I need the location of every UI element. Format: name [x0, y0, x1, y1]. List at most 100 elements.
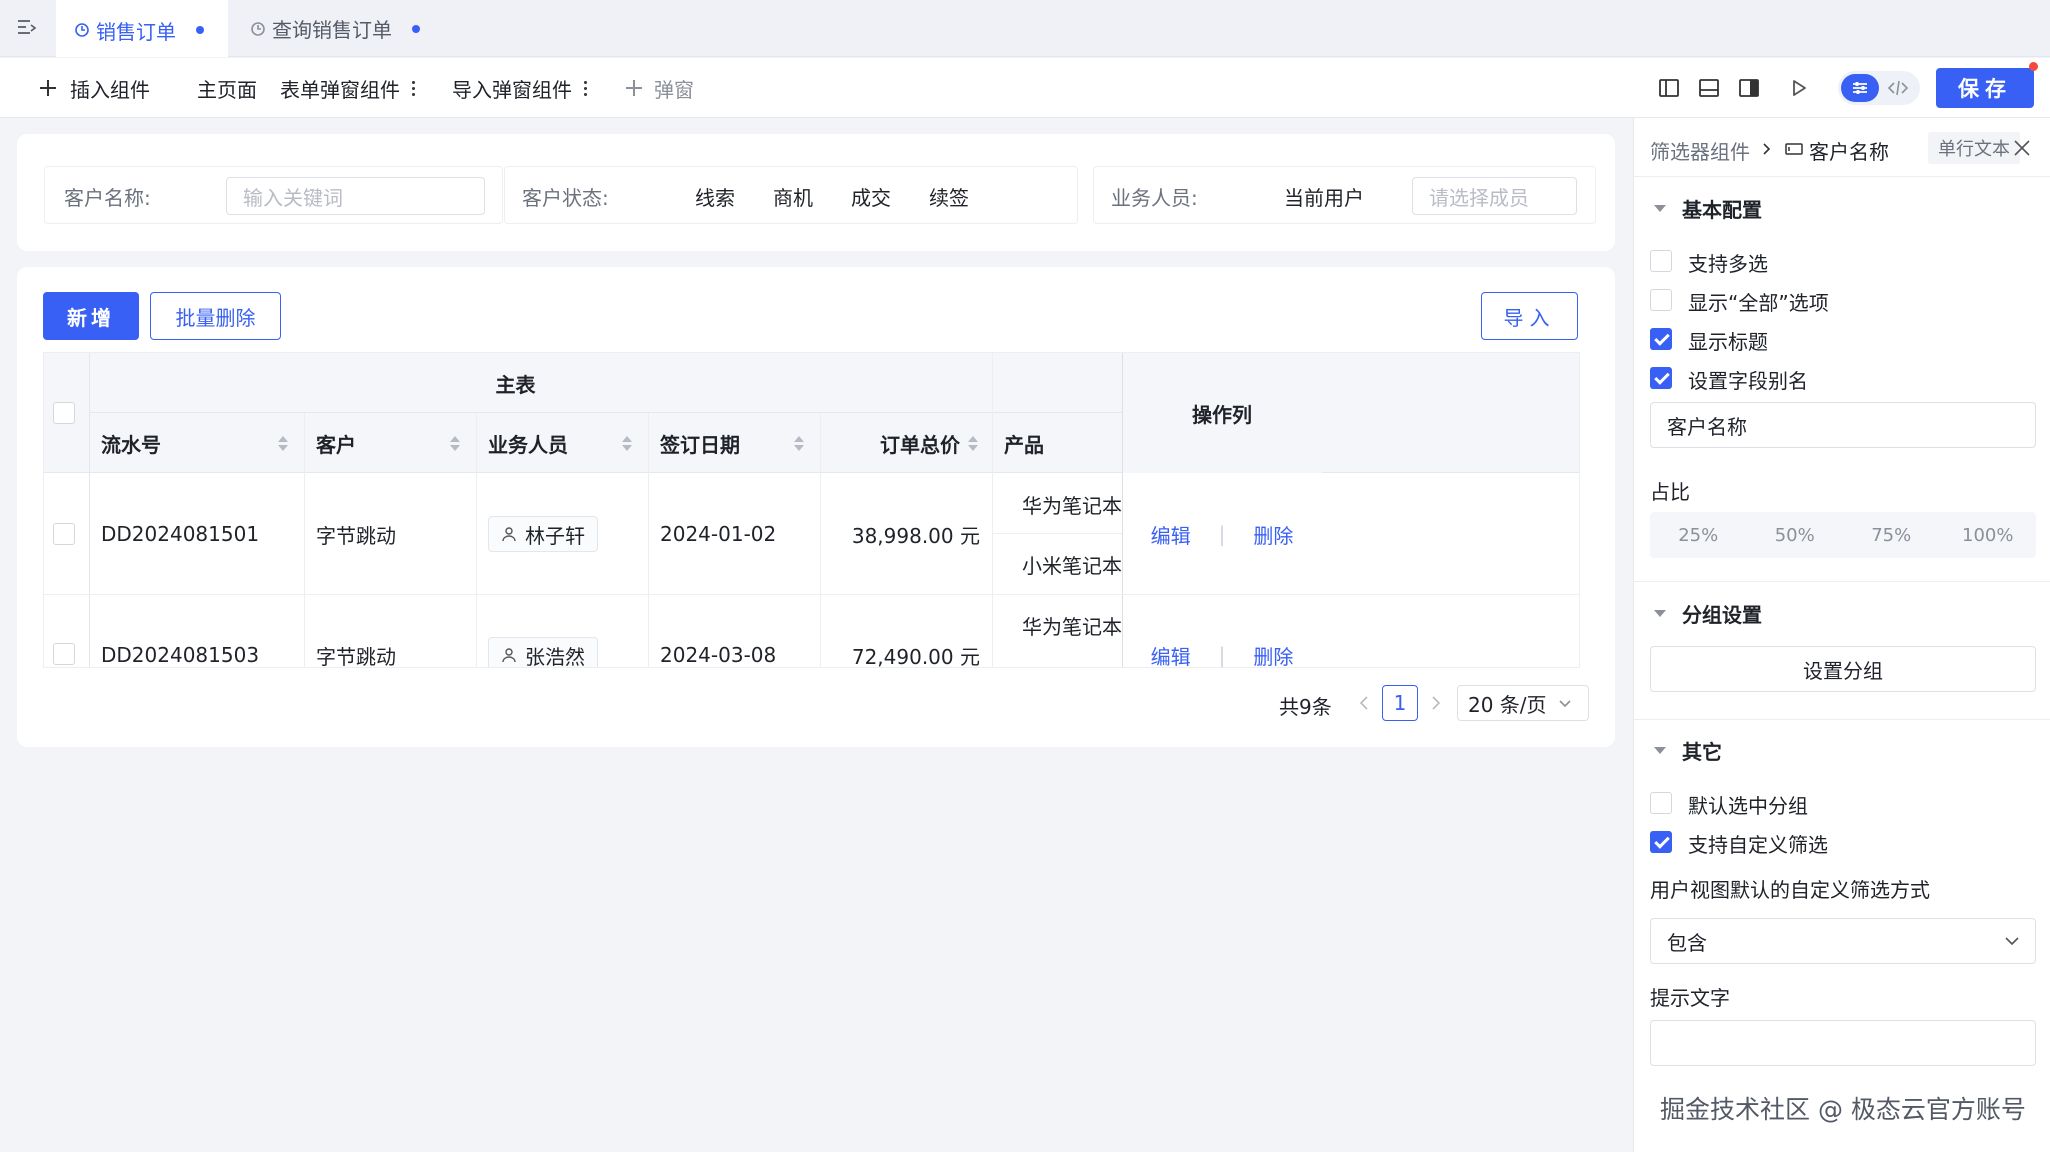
user-tag: 林子轩: [488, 516, 598, 552]
mode-toggle[interactable]: [1838, 71, 1920, 105]
cell-total: 72,490.00 元: [851, 644, 980, 668]
cell-actions: 编辑 | 删除: [1122, 474, 1322, 594]
multi-select-label: 支持多选: [1688, 252, 1768, 276]
field-type-badge: 单行文本: [1928, 132, 2020, 164]
settings-mode-icon[interactable]: [1841, 74, 1879, 102]
show-title-checkbox[interactable]: [1650, 328, 1672, 350]
collapse-caret-icon: [1654, 747, 1666, 754]
breadcrumb-current: 客户名称: [1809, 140, 1889, 164]
other-section[interactable]: 其它: [1654, 736, 1722, 765]
show-all-option-checkbox[interactable]: [1650, 289, 1672, 311]
field-alias-label: 设置字段别名: [1688, 369, 1808, 393]
prev-page-icon[interactable]: [1357, 691, 1371, 715]
layout-right-icon[interactable]: [1737, 76, 1761, 100]
basic-config-section[interactable]: 基本配置: [1654, 194, 1762, 223]
add-popup-button[interactable]: 弹窗: [624, 58, 694, 118]
multi-select-checkbox[interactable]: [1650, 250, 1672, 272]
tab-query-sales-order[interactable]: 查询销售订单: [234, 0, 434, 57]
select-all-checkbox[interactable]: [53, 402, 75, 424]
group-settings-section[interactable]: 分组设置: [1654, 599, 1762, 628]
show-title-label: 显示标题: [1688, 330, 1768, 354]
plus-icon: [624, 78, 644, 98]
ratio-option-50[interactable]: 50%: [1747, 512, 1844, 558]
default-group-checkbox[interactable]: [1650, 792, 1672, 814]
cell-actions: 编辑 | 删除: [1122, 595, 1322, 668]
add-button[interactable]: 新增: [43, 292, 139, 340]
properties-panel: 筛选器组件 客户名称 单行文本 基本配置 支持多选 显示“全部”选项 显示标题 …: [1633, 118, 2050, 1152]
tab-sales-order[interactable]: 销售订单: [56, 0, 228, 57]
insert-component-button[interactable]: 插入组件: [38, 58, 150, 118]
custom-filter-mode-label: 用户视图默认的自定义筛选方式: [1650, 878, 1930, 902]
chevron-down-icon: [1557, 695, 1573, 711]
code-mode-icon[interactable]: [1886, 77, 1910, 99]
current-user-option[interactable]: 当前用户: [1284, 167, 1364, 225]
sort-icon[interactable]: [622, 435, 632, 451]
main-page-tab[interactable]: 主页面: [197, 58, 257, 118]
edit-link[interactable]: 编辑: [1151, 641, 1191, 668]
status-option-lead[interactable]: 线索: [695, 167, 735, 225]
cell-customer: 字节跳动: [316, 523, 396, 548]
cell-salesperson: 林子轩: [488, 474, 598, 594]
ratio-option-100[interactable]: 100%: [1940, 512, 2037, 558]
layout-left-icon[interactable]: [1657, 76, 1681, 100]
more-icon[interactable]: [412, 80, 415, 96]
column-header-total[interactable]: 订单总价: [820, 413, 992, 473]
layout-bottom-icon[interactable]: [1697, 76, 1721, 100]
status-option-renewal[interactable]: 续签: [929, 167, 969, 225]
sort-icon[interactable]: [278, 435, 288, 451]
tab-label: 查询销售订单: [272, 18, 392, 42]
import-button[interactable]: 导入: [1481, 292, 1578, 340]
customer-status-filter: 客户状态: 线索 商机 成交 续签: [504, 166, 1078, 224]
status-option-opportunity[interactable]: 商机: [773, 167, 813, 225]
delete-link[interactable]: 删除: [1253, 520, 1293, 549]
page-number-1[interactable]: 1: [1382, 685, 1418, 721]
ratio-label: 占比: [1650, 480, 1690, 504]
hint-text-input[interactable]: [1650, 1020, 2036, 1066]
cell-customer: 字节跳动: [316, 644, 396, 668]
batch-delete-button[interactable]: 批量删除: [150, 292, 281, 340]
default-group-label: 默认选中分组: [1688, 794, 1808, 818]
column-header-date[interactable]: 签订日期: [648, 413, 820, 473]
sidebar-toggle-icon[interactable]: [16, 17, 38, 39]
close-icon[interactable]: [2012, 138, 2032, 158]
show-all-option-label: 显示“全部”选项: [1688, 291, 1829, 315]
field-alias-input[interactable]: 客户名称: [1650, 402, 2036, 448]
ratio-selector: 25% 50% 75% 100%: [1650, 512, 2036, 558]
custom-filter-mode-select[interactable]: 包含: [1650, 918, 2036, 964]
import-popup-tab[interactable]: 导入弹窗组件: [452, 58, 587, 118]
save-button[interactable]: 保存: [1936, 68, 2034, 108]
row-checkbox[interactable]: [53, 643, 75, 665]
column-header-serial[interactable]: 流水号: [89, 413, 304, 473]
sort-icon[interactable]: [450, 435, 460, 451]
next-page-icon[interactable]: [1429, 691, 1443, 715]
sort-icon[interactable]: [794, 435, 804, 451]
row-checkbox[interactable]: [53, 523, 75, 545]
member-select[interactable]: 请选择成员: [1412, 177, 1577, 215]
filter-card: 客户名称: 输入关键词 客户状态: 线索 商机 成交 续签 业务人员: 当前用户…: [17, 134, 1615, 251]
edit-link[interactable]: 编辑: [1151, 520, 1191, 549]
page-size-select[interactable]: 20 条/页: [1457, 685, 1589, 721]
unsaved-dot: [412, 24, 420, 33]
customer-name-filter-label: 客户名称:: [64, 185, 151, 210]
more-icon[interactable]: [584, 80, 587, 96]
chevron-down-icon: [2003, 932, 2021, 950]
collapse-caret-icon: [1654, 610, 1666, 617]
set-group-button[interactable]: 设置分组: [1650, 646, 2036, 692]
cell-total: 38,998.00 元: [851, 523, 980, 548]
ratio-option-75[interactable]: 75%: [1843, 512, 1940, 558]
preview-play-icon[interactable]: [1787, 76, 1811, 100]
delete-link[interactable]: 删除: [1253, 641, 1293, 668]
sort-icon[interactable]: [968, 435, 978, 451]
ratio-option-25[interactable]: 25%: [1650, 512, 1747, 558]
custom-filter-checkbox[interactable]: [1650, 831, 1672, 853]
breadcrumb-parent[interactable]: 筛选器组件: [1650, 136, 1750, 165]
column-header-customer[interactable]: 客户: [304, 413, 476, 473]
group-header: 主表: [495, 372, 536, 397]
custom-filter-label: 支持自定义筛选: [1688, 833, 1828, 857]
column-header-salesperson[interactable]: 业务人员: [476, 413, 648, 473]
form-popup-tab[interactable]: 表单弹窗组件: [280, 58, 415, 118]
customer-name-input[interactable]: 输入关键词: [226, 177, 485, 215]
field-alias-checkbox[interactable]: [1650, 367, 1672, 389]
status-option-deal[interactable]: 成交: [851, 167, 891, 225]
column-header-product: 产品: [1004, 432, 1044, 457]
